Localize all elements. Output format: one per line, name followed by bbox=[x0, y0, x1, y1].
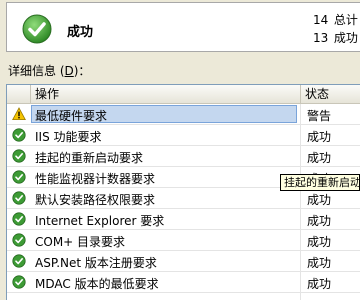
details-label-prefix: 详细信息 ( bbox=[8, 64, 65, 78]
row-operation: 最低硬件要求 bbox=[35, 109, 108, 123]
row-operation: MDAC 版本的最低要求 bbox=[35, 277, 159, 291]
column-header-operation[interactable]: 操作 bbox=[31, 85, 301, 103]
success-icon bbox=[12, 170, 26, 184]
table-row[interactable]: COM+ 目录要求 成功 bbox=[7, 230, 360, 251]
table-row[interactable]: MDAC 版本的最低要求 成功 bbox=[7, 272, 360, 293]
row-operation: 性能监视器计数器要求 bbox=[35, 172, 156, 186]
grid-header: 操作 状态 bbox=[7, 85, 360, 104]
table-row[interactable]: IIS 功能要求 成功 bbox=[7, 125, 360, 146]
details-label-suffix: )： bbox=[73, 64, 91, 78]
success-check-icon bbox=[22, 14, 52, 44]
table-row[interactable]: Internet Explorer 要求 成功 bbox=[7, 209, 360, 230]
row-operation: 默认安装路径权限要求 bbox=[35, 193, 156, 207]
row-operation: Internet Explorer 要求 bbox=[35, 214, 165, 228]
row-operation: ASP.Net 版本注册要求 bbox=[35, 256, 157, 270]
row-status: 成功 bbox=[307, 235, 332, 249]
success-icon bbox=[12, 212, 26, 226]
stat-total-label: 总计 bbox=[333, 13, 358, 27]
warning-icon bbox=[12, 107, 26, 120]
summary-stats: 14 总计 13 成功 bbox=[313, 11, 358, 47]
stat-success-count: 13 bbox=[313, 31, 329, 45]
success-icon bbox=[12, 149, 26, 163]
row-operation: 挂起的重新启动要求 bbox=[35, 151, 144, 165]
row-status: 成功 bbox=[307, 256, 332, 270]
status-title: 成功 bbox=[67, 25, 94, 40]
row-status: 成功 bbox=[307, 193, 332, 207]
stat-total-count: 14 bbox=[313, 13, 329, 27]
row-status: 警告 bbox=[307, 109, 332, 123]
details-grid[interactable]: 操作 状态 最低硬件要求 警告 IIS 功能要求 成功 挂起的重新启动要求 成功 性能监视器… bbox=[6, 84, 360, 300]
details-label: 详细信息 (D)： bbox=[8, 62, 90, 79]
stat-success-label: 成功 bbox=[333, 31, 358, 45]
row-status: 成功 bbox=[307, 151, 332, 165]
table-row[interactable]: 默认安装路径权限要求 成功 bbox=[7, 188, 360, 209]
row-status: 成功 bbox=[307, 130, 332, 144]
row-status: 成功 bbox=[307, 214, 332, 228]
row-status: 成功 bbox=[307, 277, 332, 291]
success-icon bbox=[12, 254, 26, 268]
status-header: 成功 14 总计 13 成功 bbox=[6, 2, 360, 52]
success-icon bbox=[12, 233, 26, 247]
stat-success: 13 成功 bbox=[313, 29, 358, 47]
table-row[interactable]: ASP.Net 版本注册要求 成功 bbox=[7, 251, 360, 272]
table-row[interactable]: 最低硬件要求 警告 bbox=[7, 104, 360, 125]
stat-total: 14 总计 bbox=[313, 11, 358, 29]
details-label-accel: D bbox=[64, 64, 74, 78]
tooltip: 挂起的重新启动要求 bbox=[280, 174, 360, 191]
column-header-status[interactable]: 状态 bbox=[301, 85, 360, 103]
table-row[interactable]: 挂起的重新启动要求 成功 bbox=[7, 146, 360, 167]
success-icon bbox=[12, 275, 26, 289]
column-header-icon[interactable] bbox=[7, 85, 31, 103]
success-icon bbox=[12, 191, 26, 205]
row-operation: IIS 功能要求 bbox=[35, 130, 102, 144]
success-icon bbox=[12, 128, 26, 142]
row-operation: COM+ 目录要求 bbox=[35, 235, 126, 249]
